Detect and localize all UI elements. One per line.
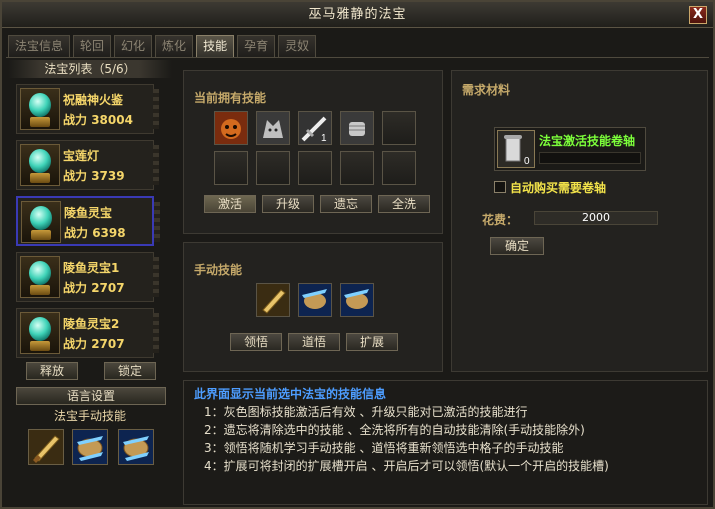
manual-skills-title: 手动技能 [194, 263, 243, 277]
title-bar[interactable]: 巫马雅静的法宝 [2, 2, 713, 28]
material-name: 法宝激活技能卷轴 [539, 134, 636, 148]
item-rail [153, 313, 159, 353]
expand-button[interactable]: 扩展 [346, 333, 398, 351]
item-rail [153, 145, 159, 185]
fabao-name: 陵鱼灵宝 [64, 206, 113, 220]
fabao-window: 巫马雅静的法宝 X 法宝信息 轮回 幻化 炼化 技能 孕育 灵奴 法宝列表（5/… [0, 0, 715, 509]
orb-icon [20, 88, 60, 130]
info-line: 3：领悟将随机学习手动技能 、道悟将重新领悟选中格子的手动技能 [204, 441, 564, 455]
shield-skill-icon[interactable] [118, 429, 154, 465]
sword-skill-icon[interactable]: 1 [298, 111, 332, 145]
owned-skills-panel: 当前拥有技能 1 激活 升级 遗忘 全洗 [183, 70, 443, 234]
release-button[interactable]: 释放 [26, 362, 78, 380]
item-rail [153, 257, 159, 297]
tab-transform[interactable]: 幻化 [114, 35, 153, 57]
orb-icon [21, 201, 61, 243]
fabao-name: 陵鱼灵宝1 [63, 261, 120, 275]
activate-button[interactable]: 激活 [204, 195, 256, 213]
materials-title: 需求材料 [462, 83, 511, 97]
fabao-name: 祝融神火鉴 [63, 93, 124, 107]
orb-icon [20, 312, 60, 354]
upgrade-button[interactable]: 升级 [262, 195, 314, 213]
dao-comprehend-button[interactable]: 道悟 [288, 333, 340, 351]
fabao-name: 宝莲灯 [63, 149, 100, 163]
fabao-power: 战力 6398 [64, 226, 126, 240]
shield-skill-icon[interactable] [340, 283, 374, 317]
tab-bar: 法宝信息 轮回 幻化 炼化 技能 孕育 灵奴 [8, 35, 317, 57]
fabao-power: 战力 3739 [63, 169, 125, 183]
tab-fabao-info[interactable]: 法宝信息 [8, 35, 71, 57]
skill-info-panel: 此界面显示当前选中法宝的技能信息 1：灰色图标技能激活后有效 、升级只能对已激活… [183, 380, 708, 505]
fabao-item[interactable]: 陵鱼灵宝2 战力 2707 [16, 308, 159, 358]
skill-slot-empty[interactable] [382, 111, 416, 145]
shield-skill-icon[interactable] [298, 283, 332, 317]
orb-icon [20, 256, 60, 298]
cost-value: 2000 [534, 211, 658, 225]
language-settings-button[interactable]: 语言设置 [16, 387, 166, 405]
cost-label: 花费： [482, 213, 519, 227]
window-title: 巫马雅静的法宝 [308, 7, 407, 22]
confirm-button[interactable]: 确定 [490, 237, 544, 255]
fabao-list-panel: 法宝列表（5/6） 祝融神火鉴 战力 38004 宝莲灯 战力 3739 陵鱼灵… [8, 60, 172, 505]
skill-slot-empty[interactable] [382, 151, 416, 185]
info-heading: 此界面显示当前选中法宝的技能信息 [194, 387, 387, 401]
fist-skill-icon[interactable] [340, 111, 374, 145]
info-line: 2：遗忘将清除选中的技能 、全洗将所有的自动技能清除(手动技能除外) [204, 423, 585, 437]
item-rail [153, 89, 159, 129]
close-button[interactable]: X [689, 6, 707, 24]
fabao-name: 陵鱼灵宝2 [63, 317, 120, 331]
fabao-item[interactable]: 宝莲灯 战力 3739 [16, 140, 159, 190]
fabao-item-selected[interactable]: 陵鱼灵宝 战力 6398 [16, 196, 160, 246]
shield-skill-icon[interactable] [72, 429, 108, 465]
fabao-item[interactable]: 祝融神火鉴 战力 38004 [16, 84, 159, 134]
skill-slot-empty[interactable] [256, 151, 290, 185]
scroll-icon: 0 [497, 130, 535, 168]
svg-text:1: 1 [321, 133, 327, 144]
tab-spirit-slave[interactable]: 灵奴 [278, 35, 317, 57]
auto-buy-checkbox[interactable] [494, 181, 506, 193]
blade-skill-icon[interactable] [256, 283, 290, 317]
fabao-list-title: 法宝列表（5/6） [8, 60, 172, 78]
item-rail [154, 202, 160, 242]
tab-skills[interactable]: 技能 [196, 35, 235, 57]
comprehend-button[interactable]: 领悟 [230, 333, 282, 351]
lock-button[interactable]: 锁定 [104, 362, 156, 380]
info-line: 1：灰色图标技能激活后有效 、升级只能对已激活的技能进行 [204, 405, 528, 419]
orb-icon [20, 144, 60, 186]
material-item[interactable]: 0 法宝激活技能卷轴 [494, 127, 646, 171]
material-bar [539, 152, 641, 164]
fabao-item[interactable]: 陵鱼灵宝1 战力 2707 [16, 252, 159, 302]
fabao-manual-skills-label: 法宝手动技能 [53, 409, 126, 423]
tab-refine[interactable]: 炼化 [155, 35, 194, 57]
wash-all-button[interactable]: 全洗 [378, 195, 430, 213]
bear-skill-icon[interactable] [214, 111, 248, 145]
tab-divider [6, 57, 709, 58]
tab-reincarnation[interactable]: 轮回 [73, 35, 112, 57]
fabao-power: 战力 2707 [63, 281, 125, 295]
blade-skill-icon[interactable] [28, 429, 64, 465]
skill-slot-empty[interactable] [214, 151, 248, 185]
skill-slot-empty[interactable] [298, 151, 332, 185]
wolf-skill-icon[interactable] [256, 111, 290, 145]
fabao-power: 战力 2707 [63, 337, 125, 351]
svg-text:0: 0 [524, 156, 530, 167]
fabao-power: 战力 38004 [63, 113, 133, 127]
info-line: 4：扩展可将封闭的扩展槽开启 、开启后才可以领悟(默认一个开启的技能槽) [204, 459, 609, 473]
auto-buy-label: 自动购买需要卷轴 [510, 181, 607, 195]
tab-nurture[interactable]: 孕育 [237, 35, 276, 57]
materials-panel: 需求材料 0 法宝激活技能卷轴 自动购买需要卷轴 花费： 2000 确定 [451, 70, 708, 372]
manual-skills-panel: 手动技能 领悟 道悟 扩展 [183, 242, 443, 372]
owned-skills-title: 当前拥有技能 [194, 91, 267, 105]
skill-slot-empty[interactable] [340, 151, 374, 185]
forget-button[interactable]: 遗忘 [320, 195, 372, 213]
